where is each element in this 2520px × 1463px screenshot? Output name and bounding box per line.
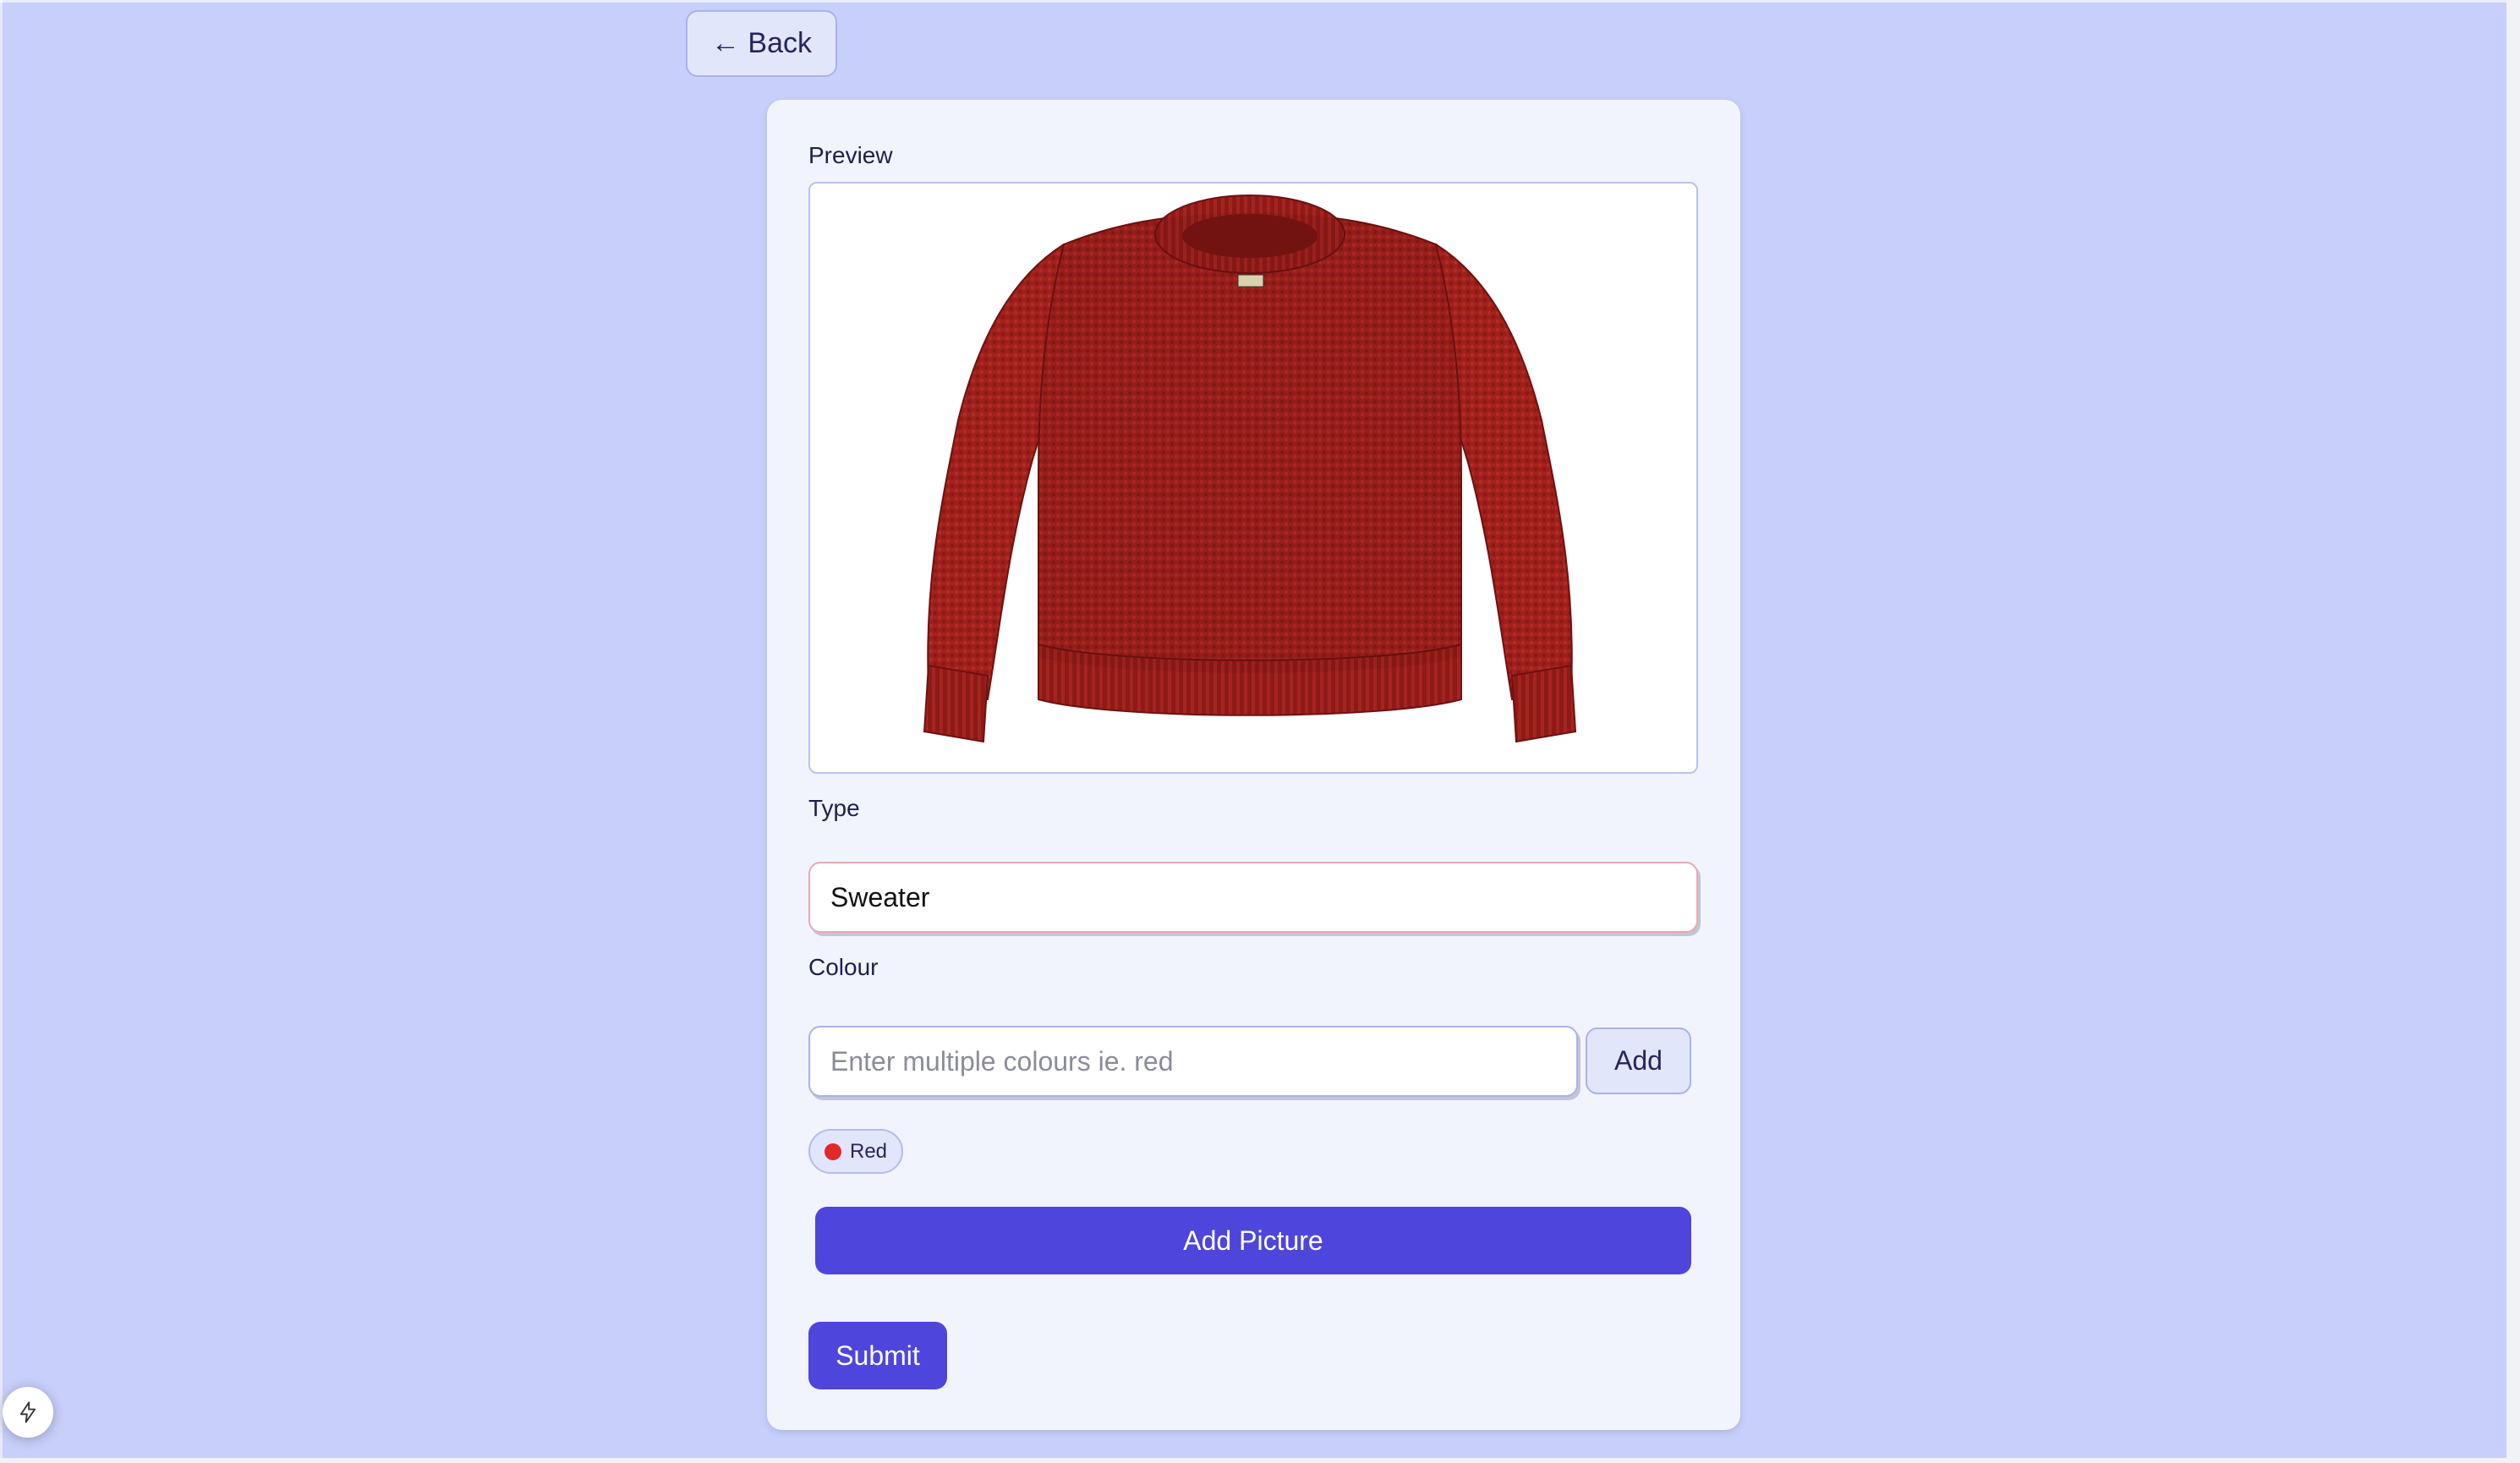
type-label: Type [808, 795, 860, 821]
submit-button-label: Submit [835, 1340, 920, 1371]
preview-image-frame [808, 182, 1698, 774]
add-picture-button[interactable]: Add Picture [815, 1207, 1691, 1274]
preview-label: Preview [808, 142, 893, 168]
top-border [0, 0, 2520, 3]
add-item-form-card: Preview Type Sweater Colour Enter multip… [767, 100, 1740, 1430]
type-input[interactable] [808, 862, 1698, 933]
colour-chip-label: Red [849, 1139, 888, 1163]
sweater-image [923, 195, 1577, 743]
right-scroll-track [2506, 0, 2520, 1463]
back-button[interactable]: ← Back [686, 10, 837, 77]
bottom-border [0, 1458, 2520, 1463]
back-button-label: ← Back [710, 27, 813, 59]
add-colour-button[interactable]: Add [1586, 1027, 1691, 1094]
add-colour-button-label: Add [1614, 1045, 1663, 1076]
add-picture-button-label: Add Picture [1183, 1225, 1323, 1256]
left-border [0, 0, 3, 1463]
submit-button[interactable]: Submit [808, 1322, 947, 1389]
colour-chip-red[interactable]: Red [808, 1129, 903, 1174]
dev-tools-button[interactable] [3, 1387, 53, 1438]
colour-swatch-icon [824, 1142, 841, 1160]
lightning-icon [19, 1401, 36, 1423]
colour-label: Colour [808, 954, 879, 980]
colour-input[interactable] [808, 1026, 1578, 1097]
